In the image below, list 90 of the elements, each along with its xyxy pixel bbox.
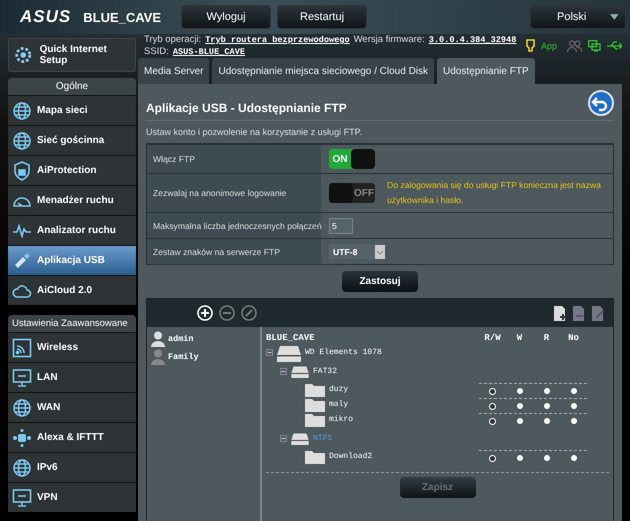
folder-icon [305, 412, 325, 426]
tab[interactable]: Media Server [138, 58, 210, 84]
add-folder-icon[interactable] [554, 306, 567, 320]
mode-link[interactable]: Tryb routera bezprzewodowego [205, 34, 350, 46]
back-icon[interactable] [588, 90, 614, 116]
menu-item[interactable]: Aplikacja USB [8, 245, 136, 275]
menu-item[interactable]: Wireless [8, 332, 136, 362]
page-title: Aplikacje USB - Udostępnianie FTP [146, 100, 347, 115]
user-icon [151, 331, 165, 347]
ssid-label: SSID: [144, 46, 169, 58]
tab[interactable]: Udostępnianie miejsca sieciowego / Cloud Disk [212, 58, 434, 84]
collapse-icon[interactable] [266, 349, 273, 356]
user-icon [151, 349, 165, 365]
drive-icon [291, 364, 309, 378]
menu-item[interactable]: Menadżer ruchu [8, 185, 136, 215]
menu-item[interactable]: Sieć gościnna [8, 125, 136, 155]
globe-icon [12, 458, 32, 478]
add-icon[interactable] [197, 305, 213, 321]
remove-icon[interactable] [219, 305, 235, 321]
column-header: W [516, 333, 524, 343]
logo: ASUS [20, 7, 72, 27]
account-item[interactable]: admin [151, 331, 256, 347]
menu-item[interactable]: AiProtection [8, 155, 136, 185]
column-header: R/W [483, 333, 502, 343]
shield-icon [12, 160, 32, 180]
tree-item[interactable]: mikro [329, 415, 354, 424]
quick-setup-button[interactable]: Quick Internet Setup [8, 38, 136, 72]
menu-item[interactable]: Mapa sieci [8, 95, 136, 125]
drive-icon [277, 344, 301, 362]
wifi-icon [12, 338, 32, 358]
remove-folder-icon[interactable] [573, 306, 586, 320]
monitor-icon [12, 488, 32, 508]
caret-icon [375, 244, 385, 258]
folder-icon [305, 382, 325, 396]
column-header: No [567, 333, 580, 343]
network-icon [12, 428, 32, 448]
users-icon[interactable] [567, 40, 582, 52]
setting-label: Maksymalna liczba jednoczesnych połączeń [147, 213, 321, 238]
bulb-icon[interactable] [526, 39, 535, 52]
folder-icon [305, 398, 325, 412]
setting-label: Włącz FTP [147, 145, 321, 173]
app-link[interactable]: App [540, 40, 557, 50]
account-item[interactable]: Family [151, 349, 256, 365]
monitor-icon[interactable] [588, 40, 601, 52]
description: Ustaw konto i pozwolenie na korzystanie z usługi FTP. [146, 126, 363, 139]
monitor-icon [12, 368, 32, 388]
menu-item[interactable]: AiCloud 2.0 [8, 275, 136, 305]
section-header: Ustawienia Zaawansowane [8, 315, 136, 332]
menu-item[interactable]: IPv6 [8, 452, 136, 482]
language-dropdown[interactable]: Polski [530, 5, 626, 29]
header-button[interactable]: Wyloguj [181, 5, 272, 29]
edit-icon[interactable] [241, 305, 257, 321]
tree-root: BLUE_CAVE [266, 333, 316, 343]
edit-folder-icon[interactable] [592, 306, 605, 320]
tree-item[interactable]: WD Elements 1078 [305, 348, 382, 357]
number-field[interactable]: 5 [329, 218, 353, 234]
folder-icon [305, 450, 325, 464]
tree-item[interactable]: Download2 [329, 452, 372, 461]
setting-label: Zezwalaj na anonimowe logowanie [147, 174, 321, 212]
tree-item[interactable]: FAT32 [313, 366, 338, 376]
menu-item[interactable]: VPN [8, 482, 136, 512]
tree-item[interactable]: duzy [329, 385, 348, 394]
toggle-switch[interactable]: OFF [329, 183, 375, 203]
globe-icon [12, 130, 32, 150]
header-button[interactable]: Restartuj [277, 5, 368, 29]
menu-item[interactable]: LAN [8, 362, 136, 392]
menu-item[interactable]: Alexa & IFTTT [8, 422, 136, 452]
tree-item[interactable]: maly [329, 400, 348, 409]
charset-dropdown[interactable]: UTF-8 [329, 244, 385, 259]
collapse-icon[interactable] [280, 368, 287, 374]
globe-icon [12, 398, 32, 418]
setting-label: Zestaw znaków na serwerze FTP [147, 239, 321, 264]
collapse-icon[interactable] [280, 434, 287, 442]
usb-icon[interactable] [607, 40, 622, 50]
gear-icon [13, 44, 34, 66]
column-header: R [542, 333, 550, 343]
globe-icon [12, 100, 32, 120]
note-text: Do zalogowania się do usługi FTP konieczna jest nazwa użytkownika i hasło. [387, 179, 602, 207]
caret-icon [610, 14, 619, 20]
mode-label: Tryb operacji: [144, 34, 202, 46]
menu-item[interactable]: Analizator ruchu [8, 215, 136, 245]
menu-item[interactable]: WAN [8, 392, 136, 422]
ssid-link[interactable]: ASUS-BLUE_CAVE [172, 46, 246, 58]
firmware-label: Wersja firmware: [354, 34, 425, 46]
firmware-link[interactable]: 3.0.0.4.384_32948 [428, 34, 516, 46]
apply-button[interactable]: Zastosuj [342, 271, 418, 292]
drive-icon [291, 432, 309, 444]
section-header: Ogólne [8, 78, 136, 95]
tab[interactable]: Udostępnianie FTP [437, 58, 535, 84]
model-name: BLUE_CAVE [83, 10, 162, 24]
